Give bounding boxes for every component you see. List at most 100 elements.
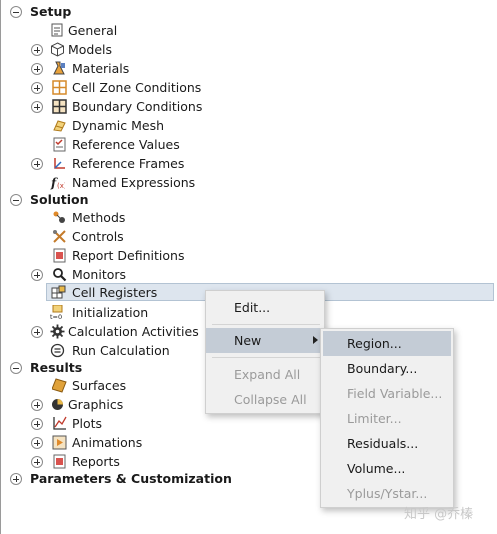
tree-section-solution[interactable]: Solution xyxy=(0,190,497,209)
controls-icon xyxy=(53,230,66,243)
svg-text:(x): (x) xyxy=(57,182,65,190)
collapse-icon[interactable] xyxy=(10,194,22,206)
tree-item-report-definitions[interactable]: Report Definitions xyxy=(0,246,497,265)
watermark: 知乎 @乔榛 xyxy=(404,507,474,522)
item-label: Methods xyxy=(72,210,126,225)
tree-item-general[interactable]: General xyxy=(0,21,497,40)
item-label: Calculation Activities xyxy=(68,324,199,339)
item-label: Graphics xyxy=(68,397,124,412)
item-label: Models xyxy=(68,42,113,57)
tree-section-setup[interactable]: Setup xyxy=(0,2,497,21)
item-label: Surfaces xyxy=(72,378,127,393)
expand-icon[interactable] xyxy=(31,82,43,94)
initialization-icon: t=0 xyxy=(50,305,63,320)
submenu-item-boundary[interactable]: Boundary... xyxy=(321,356,453,381)
gear-icon xyxy=(50,324,65,339)
submenu-item-volume[interactable]: Volume... xyxy=(321,456,453,481)
submenu-item-region[interactable]: Region... xyxy=(323,331,451,356)
expand-icon[interactable] xyxy=(31,399,43,411)
tree-item-dynamic-mesh[interactable]: Dynamic Mesh xyxy=(0,116,497,135)
magnifier-icon xyxy=(53,268,67,282)
dynamic-mesh-icon xyxy=(53,120,66,132)
item-label: Reference Frames xyxy=(72,156,185,171)
expand-icon[interactable] xyxy=(31,63,43,75)
tree-item-controls[interactable]: Controls xyxy=(0,227,497,246)
graphics-icon xyxy=(52,399,63,410)
menu-item-label: Field Variable... xyxy=(347,386,443,401)
submenu-arrow-icon xyxy=(313,336,318,344)
svg-text:t=0: t=0 xyxy=(50,313,62,320)
menu-item-label: Volume... xyxy=(347,461,406,476)
menu-separator xyxy=(212,324,320,325)
item-label: Materials xyxy=(72,61,130,76)
menu-item-label: Edit... xyxy=(234,300,271,315)
reference-values-icon xyxy=(53,137,66,152)
menu-item-label: Limiter... xyxy=(347,411,402,426)
menu-item-label: Expand All xyxy=(234,367,301,382)
methods-icon xyxy=(53,211,65,223)
section-label: Results xyxy=(30,360,83,375)
menu-item-label: Boundary... xyxy=(347,361,418,376)
menu-item-label: Residuals... xyxy=(347,436,419,451)
expand-icon[interactable] xyxy=(31,101,43,113)
cell-registers-icon xyxy=(51,285,66,299)
submenu-item-limiter[interactable]: Limiter... xyxy=(321,406,453,431)
tree-item-cell-zone-conditions[interactable]: Cell Zone Conditions xyxy=(0,78,497,97)
expand-icon[interactable] xyxy=(31,456,43,468)
expand-icon[interactable] xyxy=(31,437,43,449)
menu-item-expand-all[interactable]: Expand All xyxy=(206,362,324,387)
tree-item-boundary-conditions[interactable]: Boundary Conditions xyxy=(0,97,497,116)
collapse-icon[interactable] xyxy=(10,6,22,18)
tree-item-reference-frames[interactable]: Reference Frames xyxy=(0,154,497,173)
item-label: Initialization xyxy=(72,305,149,320)
item-label: General xyxy=(68,23,118,38)
section-label: Parameters & Customization xyxy=(30,471,232,486)
surfaces-icon xyxy=(52,378,67,393)
item-label: Controls xyxy=(72,229,124,244)
tree-item-methods[interactable]: Methods xyxy=(0,208,497,227)
expand-icon[interactable] xyxy=(31,269,43,281)
cell-zone-icon xyxy=(52,80,67,95)
submenu-item-field-variable[interactable]: Field Variable... xyxy=(321,381,453,406)
tree-item-materials[interactable]: Materials xyxy=(0,59,497,78)
item-label: Animations xyxy=(72,435,143,450)
general-icon xyxy=(51,23,63,37)
expand-icon[interactable] xyxy=(31,158,43,170)
expand-icon[interactable] xyxy=(31,418,43,430)
item-label: Boundary Conditions xyxy=(72,99,203,114)
plots-icon xyxy=(53,416,67,430)
expand-icon[interactable] xyxy=(31,44,43,56)
item-label: Reference Values xyxy=(72,137,180,152)
materials-icon xyxy=(53,61,65,75)
menu-item-collapse-all[interactable]: Collapse All xyxy=(206,387,324,412)
collapse-icon[interactable] xyxy=(10,362,22,374)
submenu-item-residuals[interactable]: Residuals... xyxy=(321,431,453,456)
boundary-icon xyxy=(52,99,67,114)
menu-item-new[interactable]: New xyxy=(206,328,324,353)
expand-icon[interactable] xyxy=(31,326,43,338)
item-label: Cell Zone Conditions xyxy=(72,80,202,95)
report-definitions-icon xyxy=(53,248,66,263)
item-label: Dynamic Mesh xyxy=(72,118,165,133)
expand-icon[interactable] xyxy=(10,473,22,485)
menu-separator xyxy=(212,357,320,358)
context-menu: Edit... New Expand All Collapse All xyxy=(205,290,325,414)
menu-item-label: Collapse All xyxy=(234,392,307,407)
item-label: Plots xyxy=(72,416,103,431)
item-label: Report Definitions xyxy=(72,248,185,263)
function-icon: f(x) xyxy=(50,176,65,190)
menu-item-label: New xyxy=(234,333,262,348)
tree-item-models[interactable]: Models xyxy=(0,40,497,59)
reference-frames-icon xyxy=(54,158,65,169)
section-label: Solution xyxy=(30,192,89,207)
models-icon xyxy=(51,42,64,57)
item-label: Cell Registers xyxy=(72,285,158,300)
tree-item-reference-values[interactable]: Reference Values xyxy=(0,135,497,154)
menu-item-edit[interactable]: Edit... xyxy=(206,295,324,320)
menu-item-label: Region... xyxy=(347,336,402,351)
animations-icon xyxy=(52,435,67,450)
new-submenu: Region... Boundary... Field Variable... … xyxy=(320,328,454,508)
run-calculation-icon xyxy=(50,343,65,358)
section-label: Setup xyxy=(30,4,72,19)
reports-icon xyxy=(53,454,66,469)
